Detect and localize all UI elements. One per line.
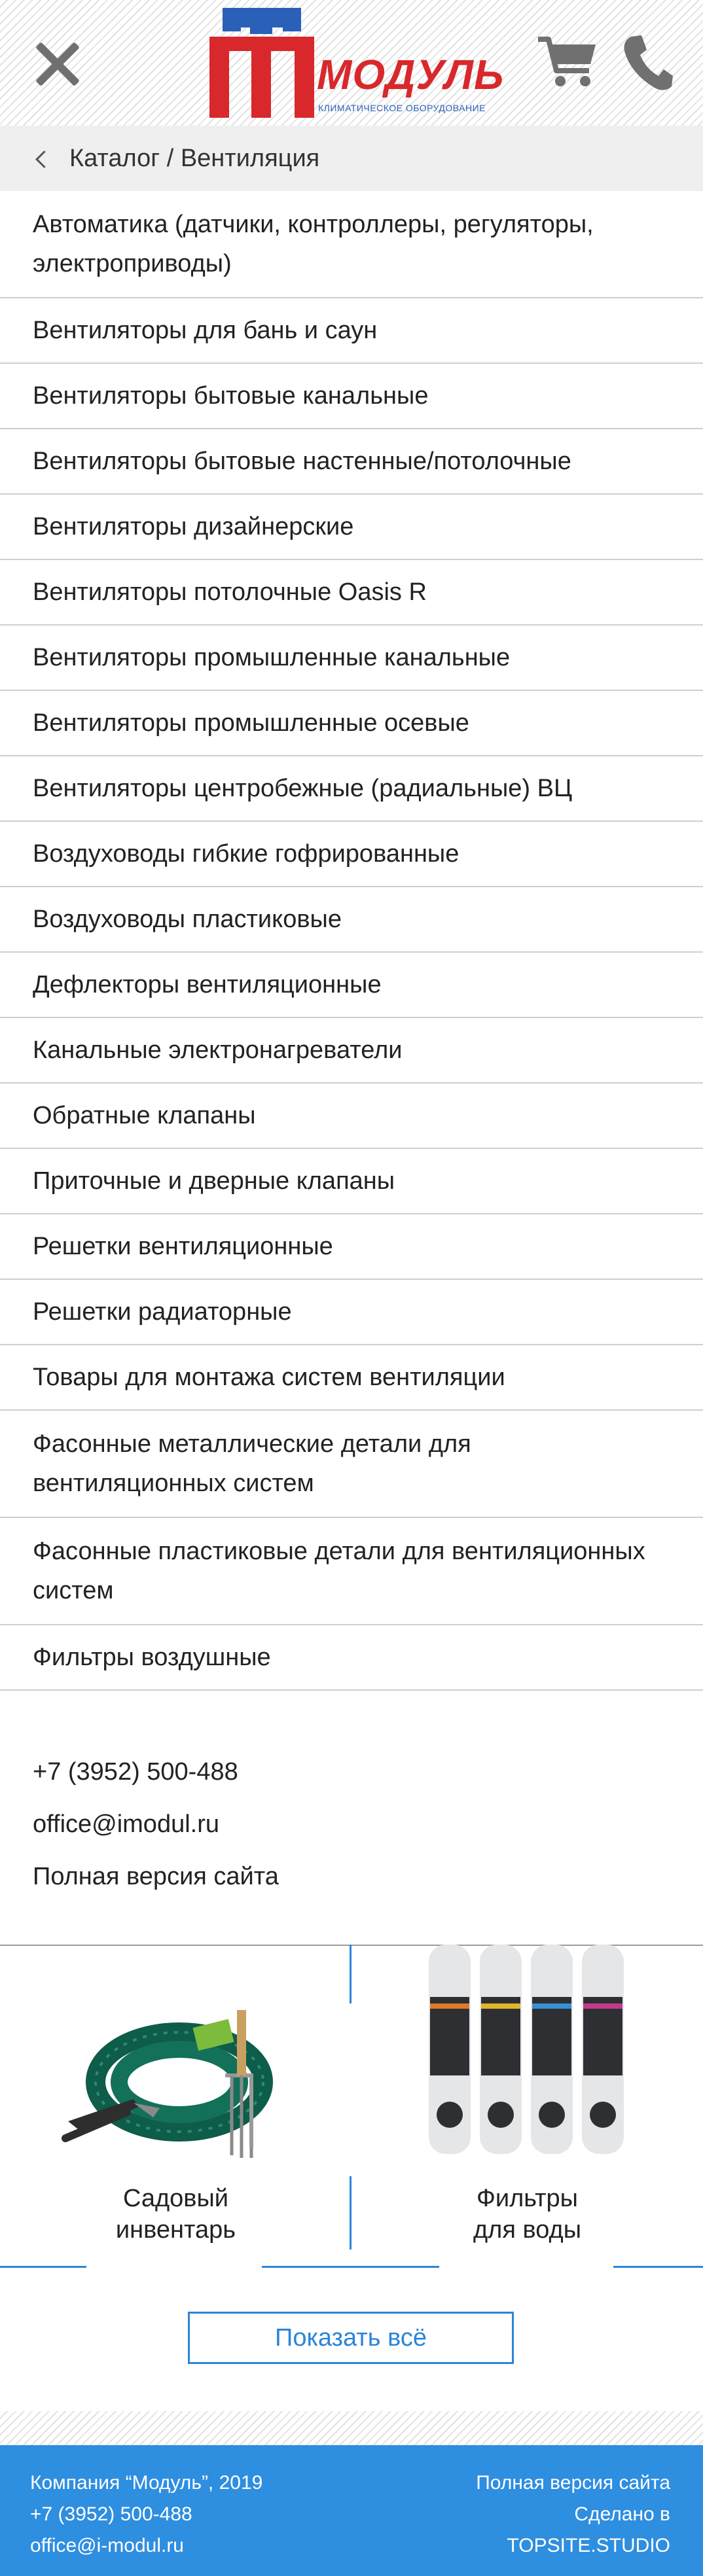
footer-phone-link[interactable]: +7 (3952) 500-488 xyxy=(30,2499,262,2530)
promo-card-water-filters[interactable]: Фильтры для воды xyxy=(352,1945,703,2269)
phone-icon[interactable] xyxy=(622,33,674,92)
cart-icon[interactable] xyxy=(537,34,597,89)
site-footer: Компания “Модуль”, 2019 +7 (3952) 500-48… xyxy=(0,2445,703,2576)
card-bottom-line xyxy=(0,2266,86,2268)
promo-card-label: Фильтры для воды xyxy=(473,2185,582,2244)
site-logo[interactable]: МОДУЛЬ КЛИМАТИЧЕСКОЕ ОБОРУДОВАНИЕ xyxy=(209,8,503,118)
category-item[interactable]: Приточные и дверные клапаны xyxy=(0,1149,703,1214)
category-item[interactable]: Автоматика (датчики, контроллеры, регуля… xyxy=(0,191,703,298)
category-item[interactable]: Фасонные металлические детали для вентил… xyxy=(0,1411,703,1518)
chevron-left-icon[interactable] xyxy=(29,145,52,171)
category-item[interactable]: Фильтры воздушные xyxy=(0,1625,703,1691)
footer-full-version-link[interactable]: Полная версия сайта xyxy=(476,2467,670,2499)
close-icon[interactable] xyxy=(30,37,85,92)
show-all-button[interactable]: Показать всё xyxy=(188,2312,514,2364)
contacts-block: +7 (3952) 500-488 office@imodul.ru Полна… xyxy=(33,1746,279,1903)
category-item[interactable]: Вентиляторы дизайнерские xyxy=(0,495,703,560)
promo-card-label: Садовый инвентарь xyxy=(115,2185,236,2244)
card-bottom-line xyxy=(352,2266,439,2268)
breadcrumb-separator: / xyxy=(160,145,181,172)
logo-subtitle: КЛИМАТИЧЕСКОЕ ОБОРУДОВАНИЕ xyxy=(318,103,486,113)
contact-email-link[interactable]: office@imodul.ru xyxy=(33,1798,279,1850)
category-item[interactable]: Обратные клапаны xyxy=(0,1084,703,1149)
footer-studio-link[interactable]: TOPSITE.STUDIO xyxy=(476,2530,670,2562)
garden-tools-image xyxy=(62,2010,273,2158)
footer-stripe xyxy=(0,2411,703,2445)
category-item[interactable]: Вентиляторы центробежные (радиальные) ВЦ xyxy=(0,756,703,822)
category-item[interactable]: Канальные электронагреватели xyxy=(0,1018,703,1084)
category-item[interactable]: Вентиляторы для бань и саун xyxy=(0,298,703,364)
category-item[interactable]: Решетки радиаторные xyxy=(0,1280,703,1345)
footer-made-in: Сделано в xyxy=(574,2503,670,2525)
category-item[interactable]: Дефлекторы вентиляционные xyxy=(0,953,703,1018)
category-item[interactable]: Вентиляторы потолочные Oasis R xyxy=(0,560,703,626)
breadcrumb: Каталог / Вентиляция xyxy=(0,126,703,191)
full-version-link[interactable]: Полная версия сайта xyxy=(33,1850,279,1903)
contact-phone-link[interactable]: +7 (3952) 500-488 xyxy=(33,1746,279,1798)
water-filters-image xyxy=(429,1945,624,2154)
category-item[interactable]: Воздуховоды гибкие гофрированные xyxy=(0,822,703,887)
breadcrumb-current: Вентиляция xyxy=(180,145,320,172)
footer-company: Компания “Модуль”, 2019 xyxy=(30,2472,263,2494)
logo-title: МОДУЛЬ xyxy=(317,51,505,98)
promo-card-garden[interactable]: Садовый инвентарь xyxy=(0,1945,352,2269)
card-bottom-line xyxy=(613,2266,703,2268)
category-item[interactable]: Воздуховоды пластиковые xyxy=(0,887,703,953)
card-bottom-line xyxy=(262,2266,352,2268)
category-item[interactable]: Вентиляторы промышленные осевые xyxy=(0,691,703,756)
category-item[interactable]: Товары для монтажа систем вентиляции xyxy=(0,1345,703,1411)
category-item[interactable]: Вентиляторы бытовые канальные xyxy=(0,364,703,429)
footer-email-link[interactable]: office@i-modul.ru xyxy=(30,2530,262,2562)
category-item[interactable]: Вентиляторы промышленные канальные xyxy=(0,626,703,691)
breadcrumb-root-link[interactable]: Каталог xyxy=(69,145,160,172)
site-header: МОДУЛЬ КЛИМАТИЧЕСКОЕ ОБОРУДОВАНИЕ xyxy=(0,0,703,126)
category-item[interactable]: Фасонные пластиковые детали для вентиляц… xyxy=(0,1518,703,1625)
breadcrumb-text: Каталог / Вентиляция xyxy=(69,145,319,171)
category-list: Автоматика (датчики, контроллеры, регуля… xyxy=(0,191,703,1691)
category-item[interactable]: Вентиляторы бытовые настенные/потолочные xyxy=(0,429,703,495)
category-item[interactable]: Решетки вентиляционные xyxy=(0,1214,703,1280)
promo-cards: Садовый инвентарь Фильтры для воды xyxy=(0,1945,703,2269)
